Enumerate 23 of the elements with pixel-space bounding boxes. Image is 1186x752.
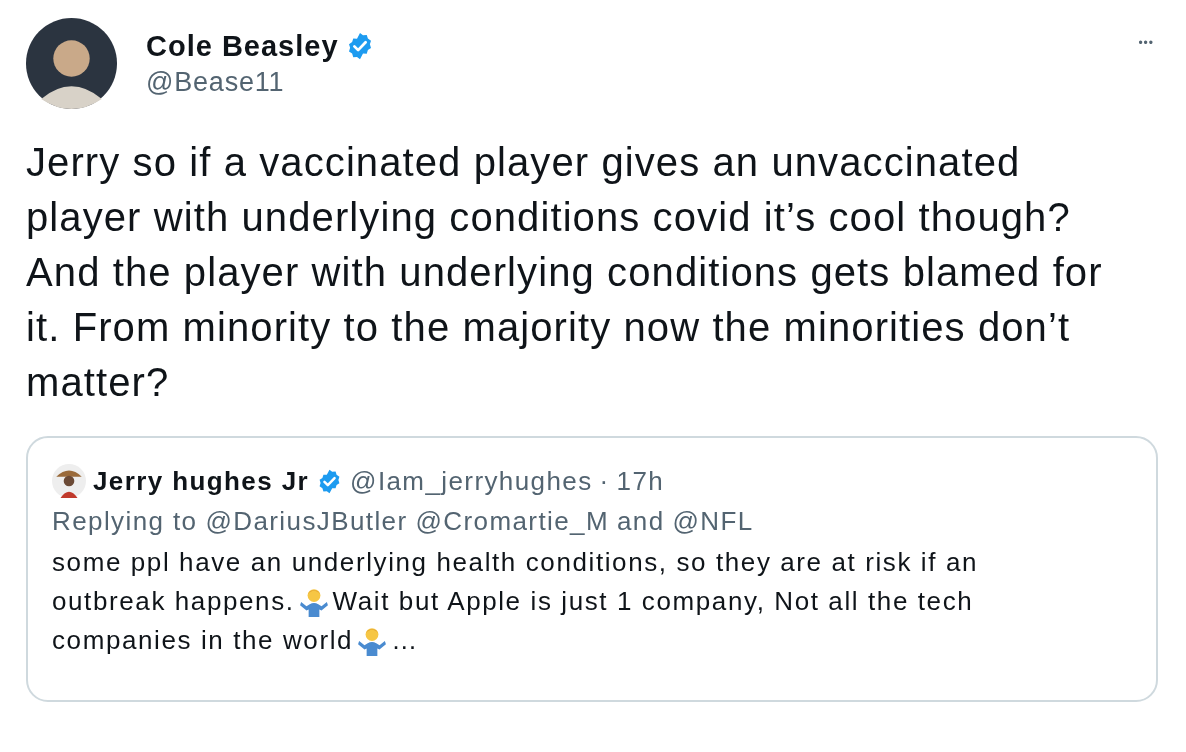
- mention-link[interactable]: @Cromartie_M: [415, 506, 609, 537]
- replying-label: Replying to: [52, 506, 198, 537]
- quoted-text: …: [391, 624, 419, 657]
- quoted-text: some ppl have an underlying health conditions, so they are at risk if an: [52, 546, 978, 579]
- quoted-tweet-card[interactable]: [26, 436, 1158, 702]
- mention-link[interactable]: @NFL: [672, 506, 754, 537]
- quoted-text: outbreak happens.: [52, 585, 295, 618]
- quoted-author-name: Jerry hughes Jr: [93, 465, 310, 497]
- avatar-icon: [52, 464, 86, 498]
- quoted-text: companies in the world: [52, 624, 354, 657]
- mention-link[interactable]: @DariusJButler: [205, 506, 408, 537]
- shrug-icon: [357, 625, 388, 656]
- more-button[interactable]: •••: [1134, 32, 1158, 54]
- author-handle[interactable]: @Bease11: [146, 66, 1106, 98]
- quoted-author-handle: @Iam_jerryhughes: [350, 465, 593, 497]
- timestamp: 17h: [616, 465, 665, 497]
- separator: ·: [599, 465, 610, 497]
- replying-joiner: and: [617, 506, 665, 537]
- tweet-text: Jerry so if a vaccinated player gives an unvaccinated player with underlying conditions covid it’s cool though? And the player with underlying conditions gets blamed for it. From minority to the majority now the minorities don’t matter?: [26, 139, 1104, 406]
- quoted-text: Wait but Apple is just 1 company, Not all the tech: [332, 585, 974, 618]
- shrug-icon: [298, 586, 329, 617]
- avatar-icon[interactable]: [26, 18, 117, 109]
- author-name[interactable]: Cole Beasley: [146, 29, 339, 63]
